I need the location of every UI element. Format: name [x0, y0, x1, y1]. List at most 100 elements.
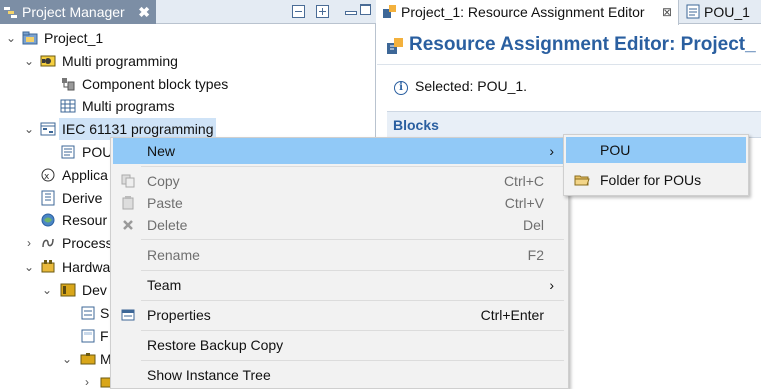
- project-manager-tab[interactable]: Project Manager ✖: [0, 0, 156, 24]
- menu-separator: [141, 239, 564, 240]
- close-icon[interactable]: ✖: [138, 0, 150, 24]
- tree-item-label: Derive: [62, 190, 103, 206]
- resource-assignment-icon: [387, 38, 403, 54]
- menu-item-show-instance-tree[interactable]: Show Instance Tree: [113, 362, 566, 388]
- device-icon: [60, 283, 76, 297]
- menu-item-shortcut: Ctrl+Enter: [480, 307, 544, 323]
- menu-item-rename[interactable]: Rename F2: [113, 242, 566, 268]
- delete-icon: [123, 220, 133, 230]
- project-manager-tab-label: Project Manager: [22, 4, 125, 20]
- submenu-item-pou[interactable]: POU: [566, 137, 746, 163]
- application-icon: x: [41, 168, 55, 182]
- module-icon: [80, 353, 96, 365]
- tree-item-process[interactable]: › Process: [0, 232, 110, 254]
- submenu-arrow-icon: ›: [549, 277, 554, 293]
- info-icon: i: [394, 81, 408, 95]
- tree-item-project[interactable]: ⌄ Project_1: [0, 27, 376, 49]
- tree-item-module-child[interactable]: ›: [0, 371, 110, 389]
- menu-separator: [141, 330, 564, 331]
- expand-all-button[interactable]: [316, 5, 329, 18]
- expand-toggle-icon[interactable]: ⌄: [6, 27, 16, 49]
- menu-item-shortcut: Del: [522, 217, 544, 233]
- tree-item-application[interactable]: x Applica: [0, 164, 110, 186]
- tree-item-label: Process: [62, 235, 110, 251]
- multi-programming-icon: [40, 55, 56, 67]
- tree-item-label: Project_1: [44, 30, 104, 46]
- menu-separator: [141, 300, 564, 301]
- menu-item-label: Restore Backup Copy: [147, 337, 284, 353]
- tree-item-derived[interactable]: Derive: [0, 187, 110, 209]
- tree-item-label: Resour: [62, 212, 108, 228]
- hardware-icon: [41, 260, 55, 273]
- editor-tabbar: Project_1: Resource Assignment Editor ⊠ …: [377, 0, 761, 25]
- selection-status: Selected: POU_1.: [415, 78, 528, 94]
- minimize-button[interactable]: [344, 5, 357, 17]
- page-title: Resource Assignment Editor: Project_: [409, 34, 756, 55]
- menu-item-shortcut: F2: [527, 247, 544, 263]
- context-menu: New › Copy Ctrl+C Paste Ctrl+V Delete De…: [110, 137, 569, 389]
- tree-item-resource[interactable]: Resour: [0, 209, 110, 231]
- expand-toggle-icon[interactable]: ⌄: [24, 118, 34, 140]
- menu-item-properties[interactable]: Properties Ctrl+Enter: [113, 302, 566, 328]
- maximize-button[interactable]: [360, 4, 371, 15]
- tree-item-label: Multi programs: [82, 98, 175, 114]
- new-submenu: POU Folder for POUs: [563, 134, 749, 196]
- tree-item-device[interactable]: ⌄ Dev: [0, 279, 110, 301]
- tree-item-label: Hardwa: [62, 259, 110, 275]
- expand-toggle-icon[interactable]: ›: [82, 371, 92, 389]
- project-manager-icon: [4, 7, 17, 18]
- menu-separator: [141, 360, 564, 361]
- editor-tab-resource-assignment[interactable]: Project_1: Resource Assignment Editor ⊠: [377, 0, 679, 25]
- tree-item-settings[interactable]: S: [0, 302, 110, 324]
- expand-toggle-icon[interactable]: ⌄: [24, 50, 34, 72]
- menu-item-label: Show Instance Tree: [147, 367, 271, 383]
- menu-item-label: Delete: [147, 217, 188, 233]
- menu-item-label: Team: [147, 277, 182, 293]
- tree-item-multi-programming[interactable]: ⌄ Multi programming: [0, 50, 376, 72]
- tree-item-label: POU: [82, 144, 113, 160]
- menu-item-new[interactable]: New ›: [113, 138, 566, 164]
- paste-icon: [122, 196, 134, 210]
- menu-item-team[interactable]: Team ›: [113, 272, 566, 298]
- tree-item-label: Dev: [82, 282, 107, 298]
- project-icon: [22, 31, 38, 45]
- pou-icon: [686, 4, 700, 19]
- divider: [377, 64, 761, 65]
- settings-icon: [81, 306, 95, 320]
- submenu-arrow-icon: ›: [549, 143, 554, 159]
- multi-programs-icon: [60, 99, 76, 113]
- file-icon: [81, 329, 95, 343]
- tree-item-pou[interactable]: POU: [0, 141, 113, 163]
- tree-item-label: F: [100, 328, 109, 344]
- tree-item-component-block-types[interactable]: Component block types: [0, 73, 376, 95]
- module-child-icon: [100, 377, 110, 388]
- project-manager-tabbar: Project Manager ✖: [0, 0, 376, 24]
- menu-item-delete[interactable]: Delete Del: [113, 212, 566, 238]
- menu-item-label: Rename: [147, 247, 200, 263]
- menu-separator: [141, 270, 564, 271]
- expand-toggle-icon[interactable]: ›: [24, 232, 34, 254]
- svg-text:x: x: [44, 172, 50, 182]
- submenu-item-folder-for-pous[interactable]: Folder for POUs: [566, 167, 746, 193]
- menu-separator: [141, 166, 564, 167]
- expand-toggle-icon[interactable]: ⌄: [62, 348, 72, 370]
- folder-icon: [574, 175, 590, 186]
- expand-toggle-icon[interactable]: ⌄: [42, 279, 52, 301]
- expand-toggle-icon[interactable]: ⌄: [24, 256, 34, 278]
- menu-item-restore-backup-copy[interactable]: Restore Backup Copy: [113, 332, 566, 358]
- tree-item-label: Applica: [62, 167, 108, 183]
- iec-programming-icon: [40, 122, 56, 136]
- collapse-all-button[interactable]: [292, 5, 305, 18]
- menu-item-label: Folder for POUs: [600, 172, 702, 188]
- menu-item-label: POU: [600, 142, 631, 158]
- close-icon[interactable]: ⊠: [662, 0, 672, 24]
- tree-item-module[interactable]: ⌄ M: [0, 348, 110, 370]
- editor-tab-label: Project_1: Resource Assignment Editor: [401, 4, 645, 20]
- tree-item-hardware[interactable]: ⌄ Hardwa: [0, 256, 110, 278]
- tree-item-label: M: [100, 351, 110, 367]
- editor-tab-pou[interactable]: POU_1: [680, 0, 761, 24]
- tree-item-file[interactable]: F: [0, 325, 110, 347]
- menu-item-label: New: [147, 143, 176, 159]
- component-block-types-icon: [62, 78, 75, 91]
- tree-item-multi-programs[interactable]: Multi programs: [0, 95, 376, 117]
